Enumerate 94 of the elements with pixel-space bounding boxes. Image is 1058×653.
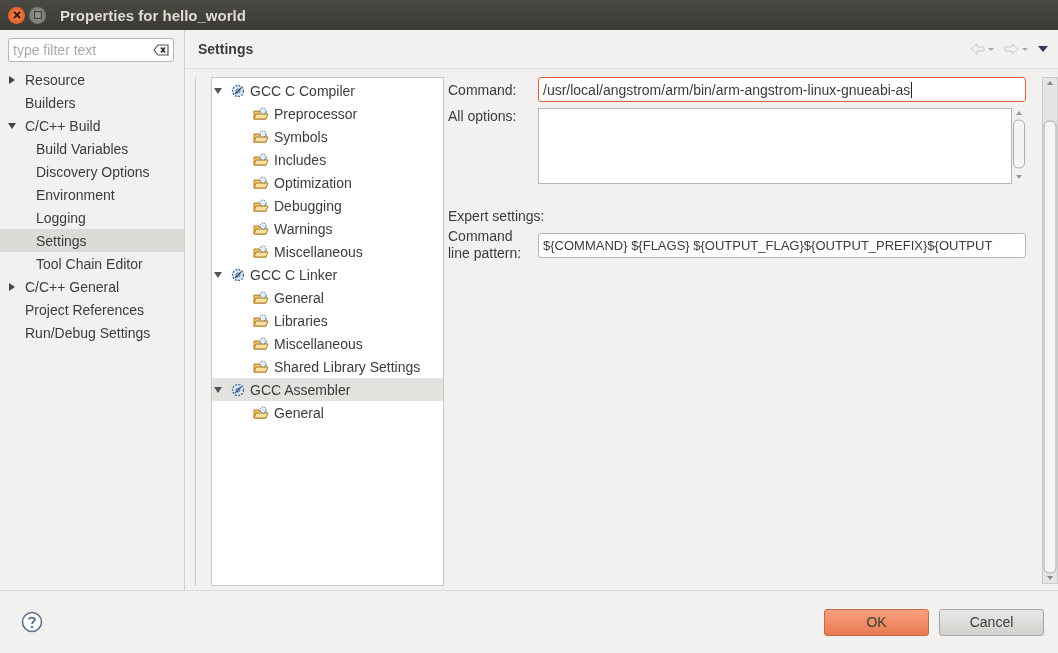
tree-item[interactable]: Shared Library Settings [212, 355, 443, 378]
clear-icon[interactable] [153, 44, 169, 56]
tree-label: GCC Assembler [250, 381, 351, 398]
folder-icon [253, 290, 269, 305]
gear-icon [231, 83, 245, 98]
tree-label: General [274, 404, 324, 421]
nav-item[interactable]: Discovery Options [0, 160, 184, 183]
close-icon [11, 10, 22, 20]
expander-icon[interactable] [214, 270, 222, 279]
tree-label: Preprocessor [274, 105, 358, 122]
folder-icon [253, 221, 269, 236]
minimize-button[interactable] [29, 6, 46, 24]
command-line-pattern-label: Command line pattern: [448, 228, 523, 262]
nav-label: Logging [36, 209, 86, 226]
tree-item[interactable]: GCC C Compiler [212, 79, 443, 102]
expert-settings-heading: Expert settings: [448, 208, 546, 224]
tree-label: Shared Library Settings [274, 358, 421, 375]
gear-icon [231, 382, 245, 397]
tree-item[interactable]: Preprocessor [212, 102, 443, 125]
nav-label: Settings [36, 232, 87, 249]
nav-label: Tool Chain Editor [36, 255, 143, 272]
nav-label: Environment [36, 186, 115, 203]
tree-item[interactable]: General [212, 401, 443, 424]
nav-label: Run/Debug Settings [25, 324, 151, 341]
tree-label: Symbols [274, 128, 328, 145]
tree-item[interactable]: GCC Assembler [212, 378, 443, 401]
nav-item[interactable]: Run/Debug Settings [0, 321, 184, 344]
nav-label: Builders [25, 94, 76, 111]
folder-icon [253, 405, 269, 420]
command-field[interactable]: /usr/local/angstrom/arm/bin/arm-angstrom-linux-gnueabi-as [538, 77, 1026, 102]
folder-icon [253, 244, 269, 259]
menu-dropdown-icon[interactable] [1038, 46, 1048, 52]
expander-icon[interactable] [8, 75, 16, 84]
nav-item[interactable]: Tool Chain Editor [0, 252, 184, 275]
tree-item[interactable]: Symbols [212, 125, 443, 148]
tree-label: General [274, 289, 324, 306]
nav-item[interactable]: Project References [0, 298, 184, 321]
folder-icon [253, 152, 269, 167]
page-title: Settings [198, 41, 254, 57]
window-title: Properties for hello_world [60, 6, 246, 24]
command-line-pattern-field[interactable]: ${COMMAND} ${FLAGS} ${OUTPUT_FLAG}${OUTPUT_PREFIX}${OUTPUT [538, 232, 1026, 258]
nav-label: Project References [25, 301, 145, 318]
tree-label: Includes [274, 151, 327, 168]
tree-label: Optimization [274, 174, 352, 191]
close-button[interactable] [8, 6, 25, 24]
tree-label: GCC C Compiler [250, 82, 355, 99]
nav-label: Resource [25, 71, 85, 88]
expander-icon[interactable] [214, 86, 222, 95]
nav-item[interactable]: Build Variables [0, 137, 184, 160]
tree-item[interactable]: Miscellaneous [212, 240, 443, 263]
command-label: Command: [448, 81, 518, 98]
nav-item[interactable]: Environment [0, 183, 184, 206]
nav-item[interactable]: Builders [0, 91, 184, 114]
nav-item[interactable]: Settings [0, 229, 184, 252]
gear-icon [231, 267, 245, 282]
tree-item[interactable]: Debugging [212, 194, 443, 217]
folder-icon [253, 359, 269, 374]
nav-item[interactable]: C/C++ Build [0, 114, 184, 137]
tree-item[interactable]: General [212, 286, 443, 309]
scrollbar-drawing[interactable] [1042, 77, 1058, 584]
tree-label: Warnings [274, 220, 333, 237]
folder-icon [253, 129, 269, 144]
folder-icon [253, 198, 269, 213]
tree-label: Miscellaneous [274, 243, 363, 260]
tree-item[interactable]: Includes [212, 148, 443, 171]
filter-field[interactable]: type filter text [8, 38, 174, 62]
nav-label: C/C++ Build [25, 117, 101, 134]
nav-label: Build Variables [36, 140, 129, 157]
tree-item[interactable]: Warnings [212, 217, 443, 240]
nav-item[interactable]: C/C++ General [0, 275, 184, 298]
tree-label: Libraries [274, 312, 328, 329]
tree-label: GCC C Linker [250, 266, 338, 283]
nav-label: Discovery Options [36, 163, 150, 180]
nav-item[interactable]: Logging [0, 206, 184, 229]
tree-item[interactable]: Libraries [212, 309, 443, 332]
expander-icon[interactable] [214, 385, 222, 394]
all-options-label: All options: [448, 108, 518, 124]
dialog-button[interactable]: Cancel [939, 608, 1044, 636]
folder-icon [253, 175, 269, 190]
tree-label: Miscellaneous [274, 335, 363, 352]
expander-icon[interactable] [8, 282, 16, 291]
folder-icon [253, 336, 269, 351]
tree-item[interactable]: GCC C Linker [212, 263, 443, 286]
folder-icon [253, 313, 269, 328]
nav-label: C/C++ General [25, 278, 120, 295]
nav-item[interactable]: Resource [0, 68, 184, 91]
tree-item[interactable]: Optimization [212, 171, 443, 194]
minimize-icon [33, 11, 42, 19]
dialog-button[interactable]: OK [824, 608, 929, 636]
folder-icon [253, 106, 269, 121]
tree-label: Debugging [274, 197, 342, 214]
help-icon[interactable] [21, 611, 43, 633]
expander-icon[interactable] [8, 121, 16, 130]
tree-item[interactable]: Miscellaneous [212, 332, 443, 355]
